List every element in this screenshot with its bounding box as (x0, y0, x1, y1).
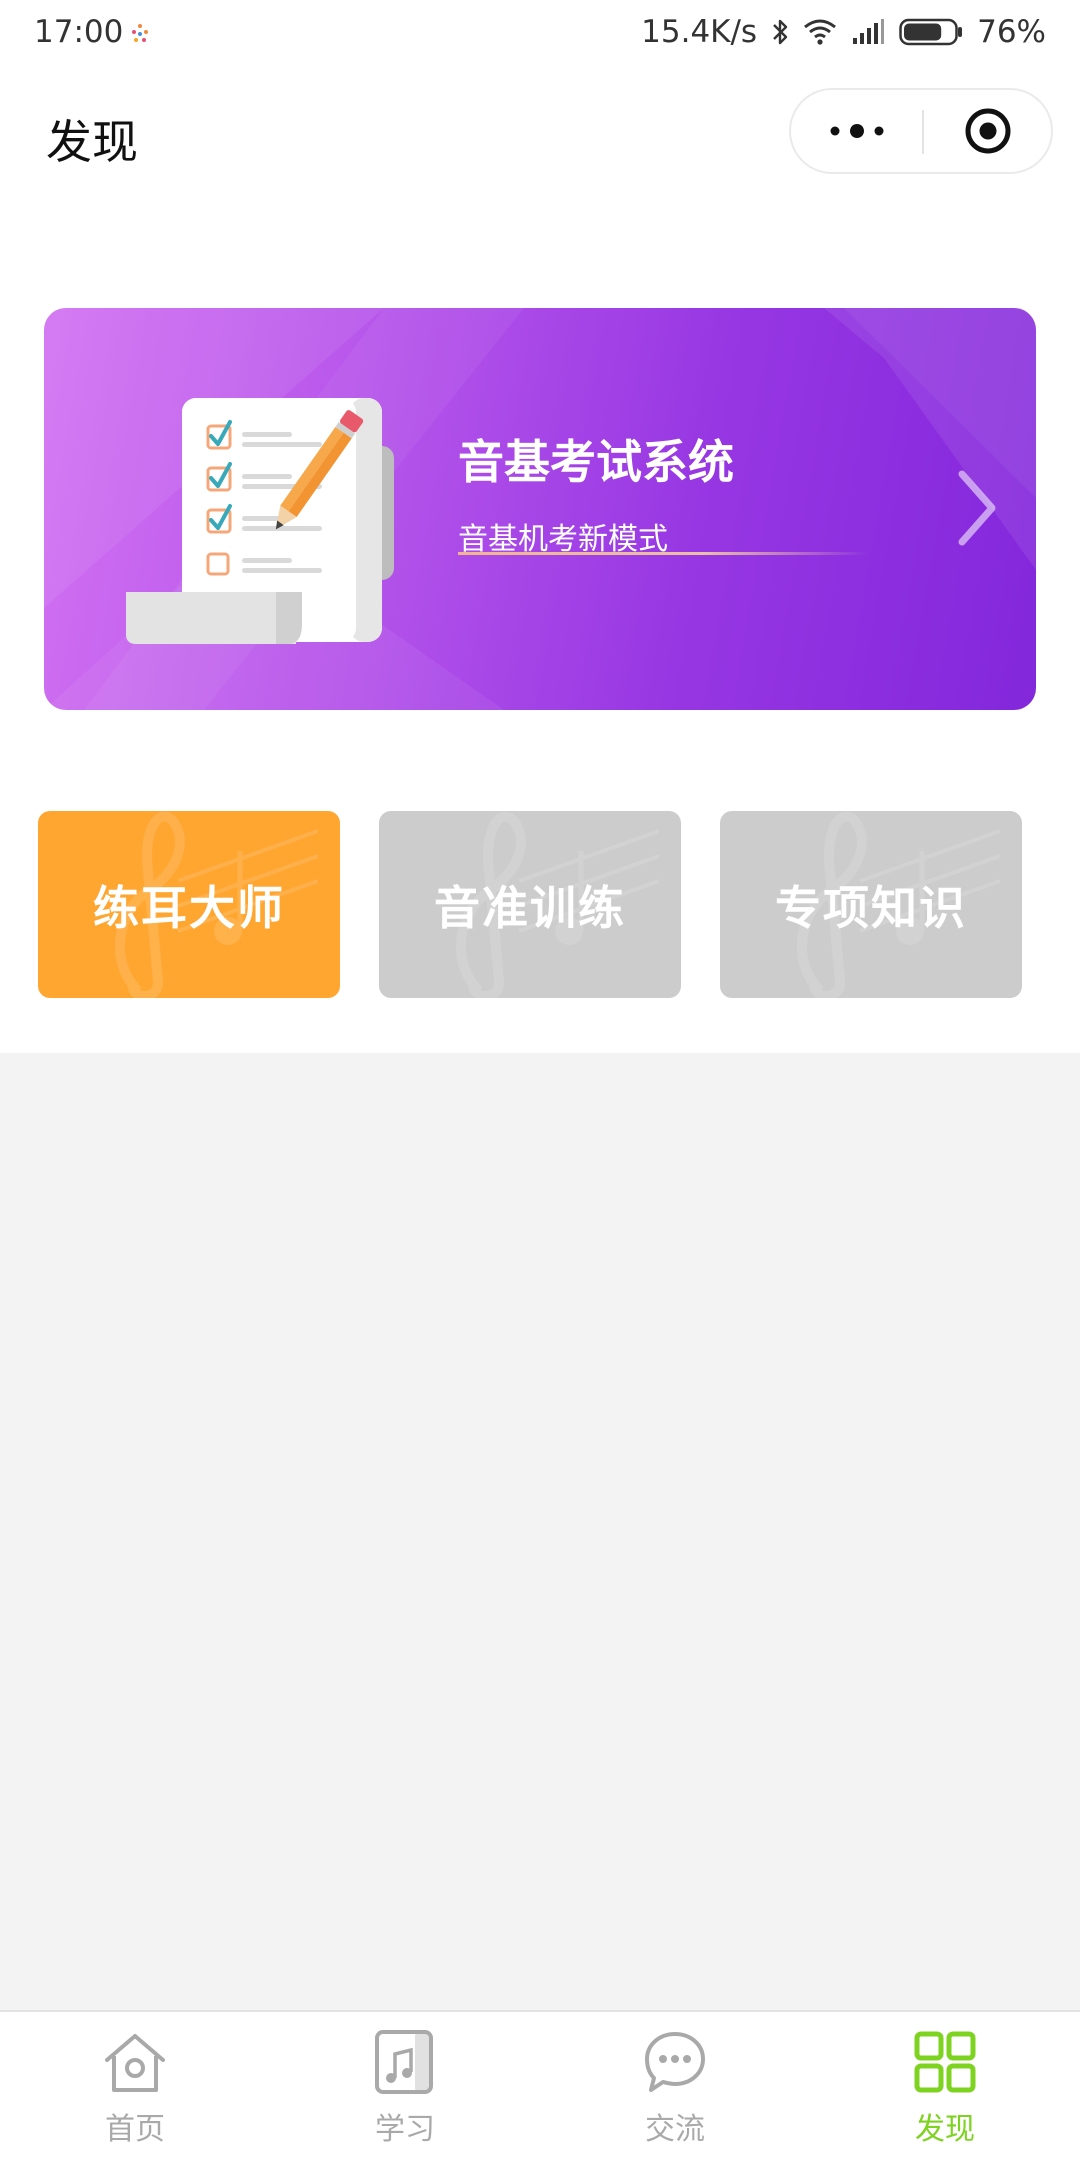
tab-label: 学习 (375, 2112, 435, 2147)
app-header: 发现 (0, 66, 1080, 206)
category-label: 专项知识 (775, 880, 967, 935)
status-indicators: 15.4K/s 76% (641, 12, 1046, 52)
more-button[interactable] (791, 90, 922, 172)
tab-discover[interactable]: 发现 (810, 2012, 1080, 2160)
category-button-special-knowledge[interactable]: 专项知识 (720, 811, 1022, 998)
category-button-pitch-training[interactable]: 音准训练 (379, 811, 681, 998)
battery-percent: 76% (977, 14, 1046, 50)
tab-study[interactable]: 学习 (270, 2012, 540, 2160)
close-button[interactable] (924, 90, 1051, 172)
exam-system-banner[interactable]: 音基考试系统 音基机考新模式 (44, 308, 1036, 710)
battery-icon (899, 18, 963, 46)
page-title: 发现 (46, 115, 138, 169)
banner-underline (458, 552, 868, 555)
tab-bar: 首页 学习 交流 发现 (0, 2010, 1080, 2160)
category-button-ear-training[interactable]: 练耳大师 (38, 811, 340, 998)
status-time: 17:00 (34, 14, 124, 50)
category-label: 练耳大师 (93, 880, 285, 935)
wifi-icon (804, 19, 837, 45)
target-close-icon (965, 108, 1010, 154)
banner-title: 音基考试系统 (458, 435, 734, 489)
content-area (0, 1053, 1080, 2010)
status-bar: 17:00 15.4K/s 76% (0, 0, 1080, 66)
home-icon (105, 2034, 165, 2092)
tab-label: 发现 (915, 2112, 975, 2147)
chevron-right-icon (958, 470, 996, 546)
more-dots-icon (830, 124, 883, 138)
grid-icon (914, 2031, 976, 2093)
tab-home[interactable]: 首页 (0, 2012, 270, 2160)
music-book-icon (375, 2030, 433, 2094)
category-label: 音准训练 (434, 880, 626, 935)
tab-label: 首页 (105, 2112, 165, 2147)
checklist-pencil-illustration (126, 398, 394, 644)
network-speed: 15.4K/s (641, 14, 758, 50)
bluetooth-icon (773, 19, 788, 45)
mini-program-capsule (789, 88, 1053, 174)
signal-icon (853, 19, 885, 44)
tab-label: 交流 (645, 2112, 705, 2147)
tab-community[interactable]: 交流 (540, 2012, 810, 2160)
notification-icon (132, 24, 148, 42)
chat-bubble-icon (645, 2032, 705, 2092)
